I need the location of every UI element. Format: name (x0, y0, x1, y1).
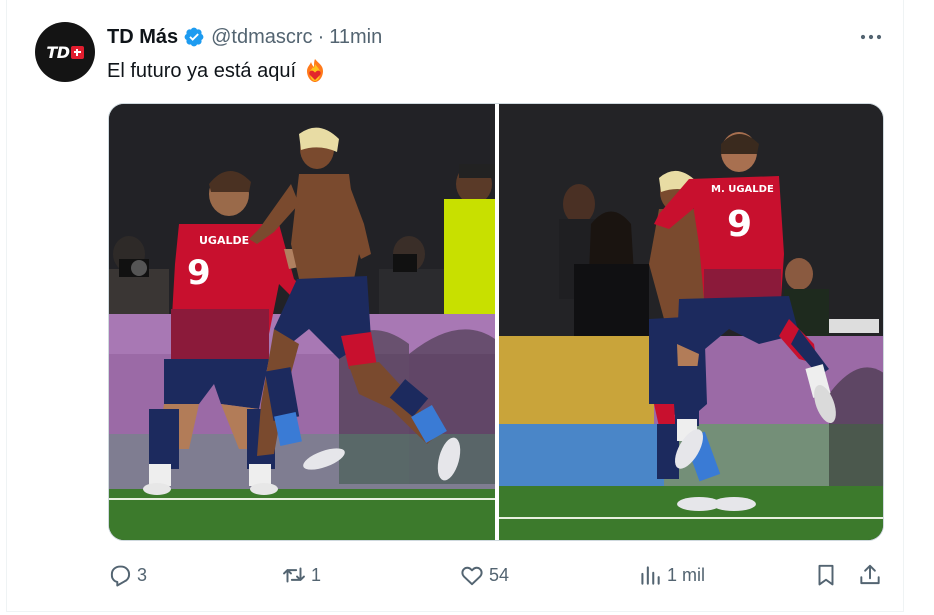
share-icon (860, 564, 880, 585)
separator-dot: · (317, 25, 325, 48)
reply-count: 3 (137, 564, 148, 585)
tweet-actions-bar: 3 1 54 1 mil (107, 560, 887, 590)
analytics-icon (641, 566, 660, 585)
soccer-celebration-photo-1: UGALDE 9 (109, 104, 495, 540)
plus-icon (70, 45, 84, 59)
media-photo-2[interactable]: M. UGALDE 9 (499, 104, 883, 540)
heart-on-fire-emoji-icon (302, 58, 328, 84)
bookmark-button[interactable] (813, 560, 839, 590)
retweet-icon (283, 567, 305, 583)
avatar[interactable]: TD (35, 22, 95, 82)
share-button[interactable] (857, 560, 883, 590)
td-mas-logo: TD (46, 42, 84, 62)
like-count: 54 (489, 564, 510, 585)
tweet-timestamp[interactable]: 11min (329, 26, 382, 49)
tweet-card[interactable]: TD TD Más @tdmascrc · 11min El futuro ya… (6, 0, 904, 612)
svg-text:M. UGALDE: M. UGALDE (711, 184, 774, 195)
avatar-logo-text: TD (46, 42, 70, 62)
views-count: 1 mil (667, 564, 706, 585)
reply-button[interactable]: 3 (107, 560, 147, 590)
bookmark-icon (818, 564, 834, 586)
media-photo-1[interactable]: UGALDE 9 (109, 104, 495, 540)
author-handle[interactable]: @tdmascrc (211, 26, 312, 49)
tweet-text: El futuro ya está aquí (107, 58, 328, 84)
verified-badge-icon[interactable] (183, 26, 205, 48)
svg-text:9: 9 (187, 253, 211, 293)
tweet-text-content: El futuro ya está aquí (107, 59, 297, 82)
media-grid[interactable]: UGALDE 9 M. UGALDE 9 (108, 103, 884, 541)
author-display-name[interactable]: TD Más (107, 26, 178, 49)
svg-text:UGALDE: UGALDE (199, 234, 249, 247)
soccer-celebration-photo-2: M. UGALDE 9 (499, 104, 883, 540)
like-button[interactable]: 54 (459, 560, 509, 590)
svg-text:9: 9 (727, 204, 752, 245)
retweet-button[interactable]: 1 (281, 560, 321, 590)
retweet-count: 1 (311, 564, 322, 585)
more-options-icon[interactable] (857, 26, 885, 48)
heart-icon (461, 566, 483, 586)
views-button[interactable]: 1 mil (637, 560, 705, 590)
tweet-header: TD Más @tdmascrc · 11min (107, 24, 382, 50)
reply-icon (110, 565, 131, 587)
